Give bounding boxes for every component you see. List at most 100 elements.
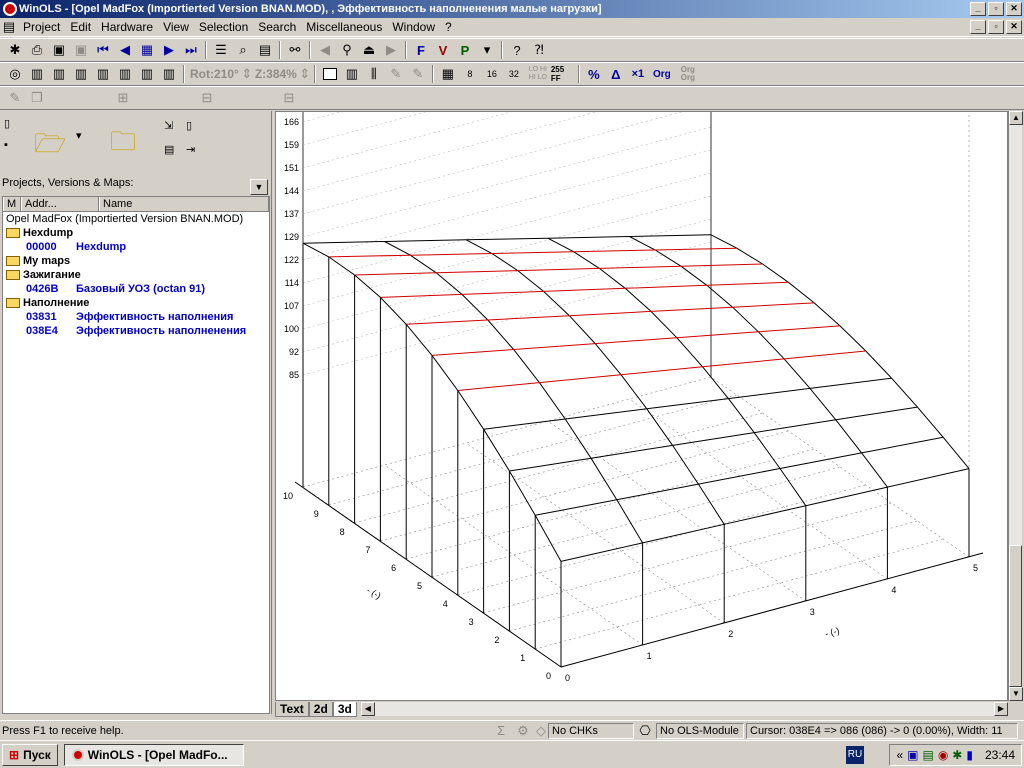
tray-battery-icon[interactable]: ▮ [966,748,973,762]
print-icon[interactable]: ⎙ [26,40,48,60]
tray-app-icon[interactable]: ▣ [907,748,918,762]
menu-miscellaneous[interactable]: Miscellaneous [301,20,387,34]
tool-a-icon[interactable]: ✎ [385,64,407,84]
doc-minimize-button[interactable]: _ [970,20,986,34]
col-m[interactable]: M [3,197,21,211]
horizontal-scroll-track[interactable] [374,702,994,716]
context-help-icon[interactable]: ⁈ [528,40,550,60]
projects-dropdown-button[interactable]: ▼ [250,179,268,195]
app-icon[interactable] [3,2,17,16]
slider-c[interactable]: ⊟ [282,88,296,108]
menu-help[interactable]: ? [440,20,457,34]
map-3d-view[interactable]: 166 159 151 144 137 129 122 114 107 100 92 85 0 1 2 3 4 5… [275,11,1008,701]
f-icon[interactable]: F [410,40,432,60]
next-icon[interactable]: ▶ [158,40,180,60]
chip-add-icon[interactable]: ▥ [48,64,70,84]
prev-icon[interactable]: ◀ [114,40,136,60]
scroll-down-icon[interactable]: ▼ [1009,687,1023,701]
find-icon[interactable]: ⌕ [232,40,254,60]
chip-del-icon[interactable]: ▥ [70,64,92,84]
chip-arrow-icon[interactable]: ▥ [114,64,136,84]
window-icon[interactable]: ▣ [48,40,70,60]
start-button[interactable]: ⊞ Пуск [2,743,58,766]
chip-x-icon[interactable]: ▥ [92,64,114,84]
menu-hardware[interactable]: Hardware [96,20,158,34]
tree-icon[interactable]: ☰ [210,40,232,60]
grid-view-icon[interactable]: ▦ [437,64,459,84]
vertical-scrollbar[interactable]: ▲ ▼ [1008,111,1023,701]
map-row[interactable]: 038E4 Эффективность наполненения [6,324,269,338]
map-row[interactable]: 03831 Эффективность наполнения [6,310,269,324]
chip-icon[interactable]: ▥ [26,64,48,84]
wand-icon[interactable]: ✱ [4,40,26,60]
project-row[interactable]: Opel MadFox (Importierted Version BNAN.M… [6,212,269,226]
tray-monitor-icon[interactable]: ▤ [922,748,933,762]
view-cols-icon[interactable]: ▥ [341,64,363,84]
rotation-spinner[interactable]: ⇕ [241,64,253,84]
chip-check-icon[interactable]: ▥ [136,64,158,84]
menu-project[interactable]: Project [18,20,65,34]
back-icon[interactable]: ◀ [314,40,336,60]
bits-32-button[interactable]: 32 [503,64,525,84]
col-name[interactable]: Name [99,197,269,211]
v-icon[interactable]: V [432,40,454,60]
first-icon[interactable]: ⏮ [92,40,114,60]
hex-button[interactable]: 255 FF [551,64,575,84]
tab-text[interactable]: Text [275,701,309,717]
import-icon[interactable]: ⇲ [164,119,173,132]
menu-window[interactable]: Window [387,20,440,34]
col-addr[interactable]: Addr... [21,197,99,211]
edit-icon[interactable]: ▤ [164,143,174,156]
bits-16-button[interactable]: 16 [481,64,503,84]
p-icon[interactable]: P [454,40,476,60]
grid-icon[interactable]: ▦ [136,40,158,60]
upload-icon[interactable]: ⏏ [358,40,380,60]
tray-expand-icon[interactable]: « [896,748,903,762]
help-icon[interactable]: ? [506,40,528,60]
scroll-up-icon[interactable]: ▲ [1009,111,1023,125]
export-icon[interactable]: ▯ [186,119,192,132]
delta-button[interactable]: Δ [605,64,627,84]
menu-search[interactable]: Search [253,20,301,34]
dropdown-icon[interactable]: ▾ [476,40,498,60]
doc-icon[interactable]: ▤ [0,17,18,37]
folder-filling[interactable]: Наполнение [6,296,269,310]
map-row[interactable]: 00000 Hexdump [6,240,269,254]
forward-icon[interactable]: ▶ [380,40,402,60]
project-folder-icon[interactable]: 🗀 [110,123,136,167]
doc-restore-button[interactable]: ▫ [988,20,1004,34]
save-icon[interactable]: ▪ [4,139,8,151]
taskbar-winols[interactable]: WinOLS - [Opel MadFo... [63,743,244,766]
link-icon[interactable]: ⚯ [284,40,306,60]
map-row[interactable]: 0426B Базовый УОЗ (octan 91) [6,282,269,296]
maximize-button[interactable]: ▫ [988,2,1004,16]
last-icon[interactable]: ⏭ [180,40,202,60]
folder-hexdump[interactable]: Hexdump [6,226,269,240]
tab-3d[interactable]: 3d [332,701,357,717]
minimize-button[interactable]: _ [970,2,986,16]
zoom-spinner[interactable]: ⇕ [299,64,311,84]
percent-button[interactable]: % [583,64,605,84]
send-icon[interactable]: ⇥ [186,143,195,156]
tray-network-icon[interactable]: ◉ [938,748,948,762]
language-indicator[interactable]: RU [846,746,864,764]
slider-a[interactable]: ⊞ [108,88,138,108]
bars-icon[interactable]: ⫼ [363,64,385,84]
view-3d-icon[interactable] [319,64,341,84]
close-button[interactable]: ✕ [1006,2,1022,16]
chip-edit-icon[interactable]: ▥ [158,64,180,84]
bits-8-button[interactable]: 8 [459,64,481,84]
org-button[interactable]: Org [649,64,675,84]
doc-close-button[interactable]: ✕ [1006,20,1022,34]
memory-icon[interactable]: ▤ [254,40,276,60]
folder-ignition[interactable]: Зажигание [6,268,269,282]
org-org-button[interactable]: Org Org [675,64,701,84]
open-dropdown-icon[interactable]: ▾ [76,129,82,142]
scroll-right-icon[interactable]: ▶ [994,702,1008,716]
menu-edit[interactable]: Edit [65,20,96,34]
tray-bug-icon[interactable]: ✱ [952,748,962,762]
tab-2d[interactable]: 2d [308,701,333,717]
lohi-button[interactable]: LO HI HI LO [525,64,551,84]
slider-b[interactable]: ⊟ [200,88,214,108]
open-folder-icon[interactable]: 🗁 [34,125,66,169]
